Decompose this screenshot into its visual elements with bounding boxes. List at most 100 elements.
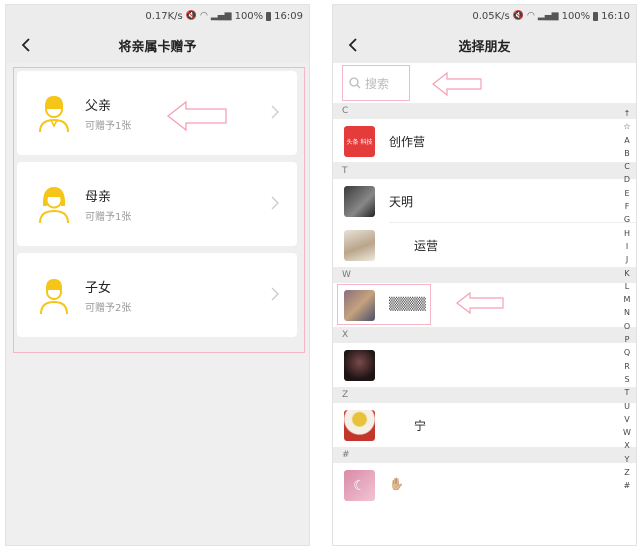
mother-avatar-icon [39,187,69,224]
arrow-left-icon [166,100,227,132]
search-area: 搜索 [333,63,636,103]
card-name: 父亲 [85,99,112,114]
arrow-left-icon [432,71,482,97]
child-avatar-icon [40,279,68,315]
index-letter[interactable]: B [624,147,630,160]
contact-name: 天明 [389,195,414,209]
nav-bar: 将亲属卡赠予 [6,27,309,63]
index-letter[interactable]: Q [624,346,630,359]
index-letter[interactable]: A [624,134,629,147]
index-letter[interactable]: C [624,160,630,173]
index-letter[interactable]: G [624,213,630,226]
avatar: ☾ [344,470,375,501]
contact-name: 宁 [414,419,427,433]
index-letter[interactable]: F [625,200,630,213]
mute-icon: 🔇 [512,11,524,21]
highlight-frame [337,284,431,325]
back-button[interactable] [16,35,36,55]
signal-icon: ▂▄▆ [537,11,559,21]
index-letter[interactable]: I [626,240,628,253]
alphabet-index-bar[interactable]: ↑ ☆ A B C D E F G H I J K L M N O P Q R S T U V W X Y Z # [620,107,634,493]
card-father[interactable]: 父亲 可赠予1张 [17,71,297,155]
card-name: 子女 [85,281,112,296]
network-speed: 0.17K/s [145,10,183,22]
avatar [344,230,375,261]
index-letter[interactable]: Z [624,466,629,479]
left-screen: 0.17K/s 🔇 ◠ ▂▄▆ 100% 16:09 将亲属卡赠予 父亲 可赠予… [5,4,310,546]
card-mother[interactable]: 母亲 可赠予1张 [17,162,297,246]
list-item[interactable]: 天明 [333,179,636,223]
avatar-logo-text: 头条 科技 [346,139,373,146]
contact-name: ✋🏼 [389,477,404,491]
avatar [344,186,375,217]
chevron-right-icon [271,287,279,301]
list-item[interactable] [333,343,636,387]
page-title: 将亲属卡赠予 [118,39,197,55]
status-bar: 0.17K/s 🔇 ◠ ▂▄▆ 100% 16:09 [6,5,309,27]
wifi-icon: ◠ [199,11,208,21]
moon-icon: ☾ [353,477,366,494]
right-screen: 0.05K/s 🔇 ◠ ▂▄▆ 100% 16:10 选择朋友 搜索 C 头条 … [332,4,637,546]
section-header-t: T [333,163,636,179]
list-item[interactable]: 头条 科技 创作营 [333,119,636,163]
chevron-right-icon [271,196,279,210]
section-header-c: C [333,103,636,119]
card-quota: 可赠予1张 [85,121,132,132]
avatar [344,410,375,441]
list-item[interactable]: 宁 [333,403,636,447]
list-item[interactable]: ☾ ✋🏼 [333,463,636,507]
search-icon [349,77,361,89]
avatar: 头条 科技 [344,126,375,157]
card-children[interactable]: 子女 可赠予2张 [17,253,297,337]
section-header-z: Z [333,387,636,403]
card-quota: 可赠予2张 [85,303,132,314]
index-letter[interactable]: S [624,373,629,386]
nav-bar: 选择朋友 [333,27,636,63]
index-letter[interactable]: X [624,439,629,452]
index-letter[interactable]: R [624,360,630,373]
back-button[interactable] [343,35,363,55]
chevron-right-icon [271,105,279,119]
battery-percent: 100% [234,10,264,22]
index-letter[interactable]: U [624,400,630,413]
status-bar: 0.05K/s 🔇 ◠ ▂▄▆ 100% 16:10 [333,5,636,27]
section-header-x: X [333,327,636,343]
index-letter[interactable]: J [626,253,628,266]
chevron-left-icon [21,38,30,52]
card-name: 母亲 [85,190,112,205]
index-letter[interactable]: O [624,320,630,333]
mute-icon: 🔇 [185,11,197,21]
index-letter[interactable]: ↑ [624,107,631,120]
signal-icon: ▂▄▆ [210,11,232,21]
index-letter[interactable]: H [624,227,630,240]
arrow-left-icon [456,291,504,315]
card-quota: 可赠予1张 [85,212,132,223]
index-letter[interactable]: L [625,280,629,293]
index-letter[interactable]: # [624,479,631,492]
search-input[interactable]: 搜索 [342,65,410,101]
index-letter[interactable]: T [625,386,630,399]
index-letter[interactable]: ☆ [623,120,630,133]
chevron-left-icon [348,38,357,52]
section-header-w: W [333,267,636,283]
contact-name: 运营 [414,239,439,253]
index-letter[interactable]: M [624,293,631,306]
index-letter[interactable]: E [624,187,629,200]
clock: 16:09 [274,10,303,22]
index-letter[interactable]: Y [625,453,630,466]
index-letter[interactable]: P [625,333,630,346]
index-letter[interactable]: D [624,173,630,186]
index-letter[interactable]: V [624,413,629,426]
index-letter[interactable]: K [624,267,629,280]
index-letter[interactable]: W [623,426,631,439]
battery-icon [266,11,272,21]
list-item[interactable]: 运营 [333,223,636,267]
contact-name: 创作营 [389,135,426,149]
battery-icon [593,11,599,21]
father-avatar-icon [39,96,69,133]
clock: 16:10 [601,10,630,22]
section-header-hash: # [333,447,636,463]
index-letter[interactable]: N [624,306,630,319]
search-placeholder: 搜索 [365,76,390,91]
wifi-icon: ◠ [526,11,535,21]
